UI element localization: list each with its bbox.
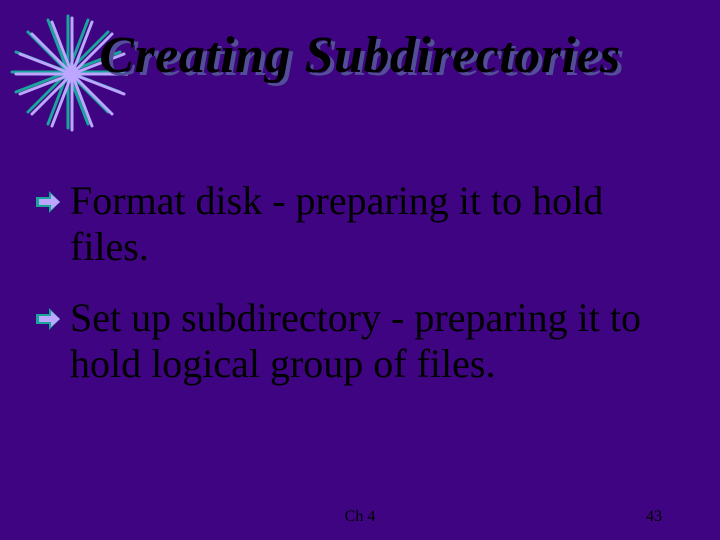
arrow-right-icon [34, 305, 62, 333]
arrow-right-icon [34, 188, 62, 216]
slide-title: Creating Subdirectories [0, 26, 720, 85]
bullet-text: Format disk - preparing it to hold files… [70, 178, 692, 271]
slide: Creating Subdirectories Format disk - pr… [0, 0, 720, 540]
footer-chapter: Ch 4 [0, 508, 720, 526]
bullet-item: Set up subdirectory - preparing it to ho… [34, 295, 692, 388]
footer-page-number: 43 [646, 508, 662, 526]
bullet-text: Set up subdirectory - preparing it to ho… [70, 295, 692, 388]
bullet-item: Format disk - preparing it to hold files… [34, 178, 692, 271]
slide-body: Format disk - preparing it to hold files… [34, 178, 692, 412]
